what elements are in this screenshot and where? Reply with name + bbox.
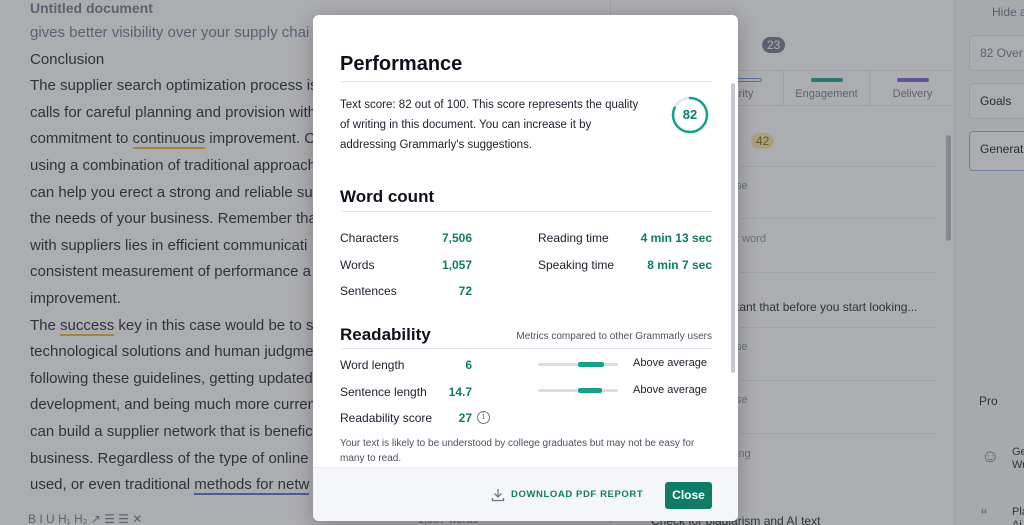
readability-score-label: Readability score — [340, 411, 433, 425]
readability-title: Readability — [340, 325, 431, 344]
close-button[interactable]: Close — [665, 482, 712, 509]
word-length-gauge — [538, 362, 618, 367]
download-pdf-label: DOWNLOAD PDF REPORT — [511, 489, 644, 500]
score-value: 82 — [682, 107, 698, 122]
download-icon — [491, 489, 505, 502]
word-count-title: Word count — [340, 187, 435, 206]
modal-footer: DOWNLOAD PDF REPORT Close — [313, 467, 738, 521]
modal-scrollbar[interactable] — [731, 83, 735, 373]
sentence-length-gauge-fill — [578, 388, 602, 393]
sentences-value: 72 — [458, 284, 472, 298]
word-length-value: 6 — [465, 358, 472, 372]
info-icon[interactable]: i — [477, 411, 490, 424]
speaking-time-value: 8 min 7 sec — [647, 258, 712, 272]
characters-value: 7,506 — [441, 231, 472, 245]
download-pdf-button[interactable]: DOWNLOAD PDF REPORT — [491, 484, 643, 506]
divider — [340, 81, 712, 82]
word-length-label: Word length — [340, 358, 405, 372]
word-length-rating: Above average — [633, 357, 707, 369]
performance-title: Performance — [340, 53, 463, 75]
sentences-label: Sentences — [340, 284, 397, 298]
modal-body: Performance Text score: 82 out of 100. T… — [340, 15, 712, 467]
divider — [340, 211, 712, 212]
reading-time-label: Reading time — [538, 231, 609, 245]
sentence-length-label: Sentence length — [340, 385, 427, 399]
divider — [340, 348, 712, 349]
reading-time-value: 4 min 13 sec — [640, 231, 712, 245]
performance-modal: Performance Text score: 82 out of 100. T… — [313, 15, 738, 521]
speaking-time-label: Speaking time — [538, 258, 615, 272]
words-value: 1,057 — [441, 258, 472, 272]
readability-note: Your text is likely to be understood by … — [340, 438, 695, 464]
sentence-length-value: 14.7 — [448, 385, 472, 399]
score-description: Text score: 82 out of 100. This score re… — [340, 99, 639, 151]
sentence-length-gauge — [538, 388, 618, 393]
metrics-note: Metrics compared to other Grammarly user… — [516, 331, 712, 342]
readability-score-value: 27 — [458, 411, 472, 425]
characters-label: Characters — [340, 231, 399, 245]
sentence-length-rating: Above average — [633, 384, 707, 396]
words-label: Words — [340, 258, 375, 272]
word-length-gauge-fill — [578, 362, 604, 367]
